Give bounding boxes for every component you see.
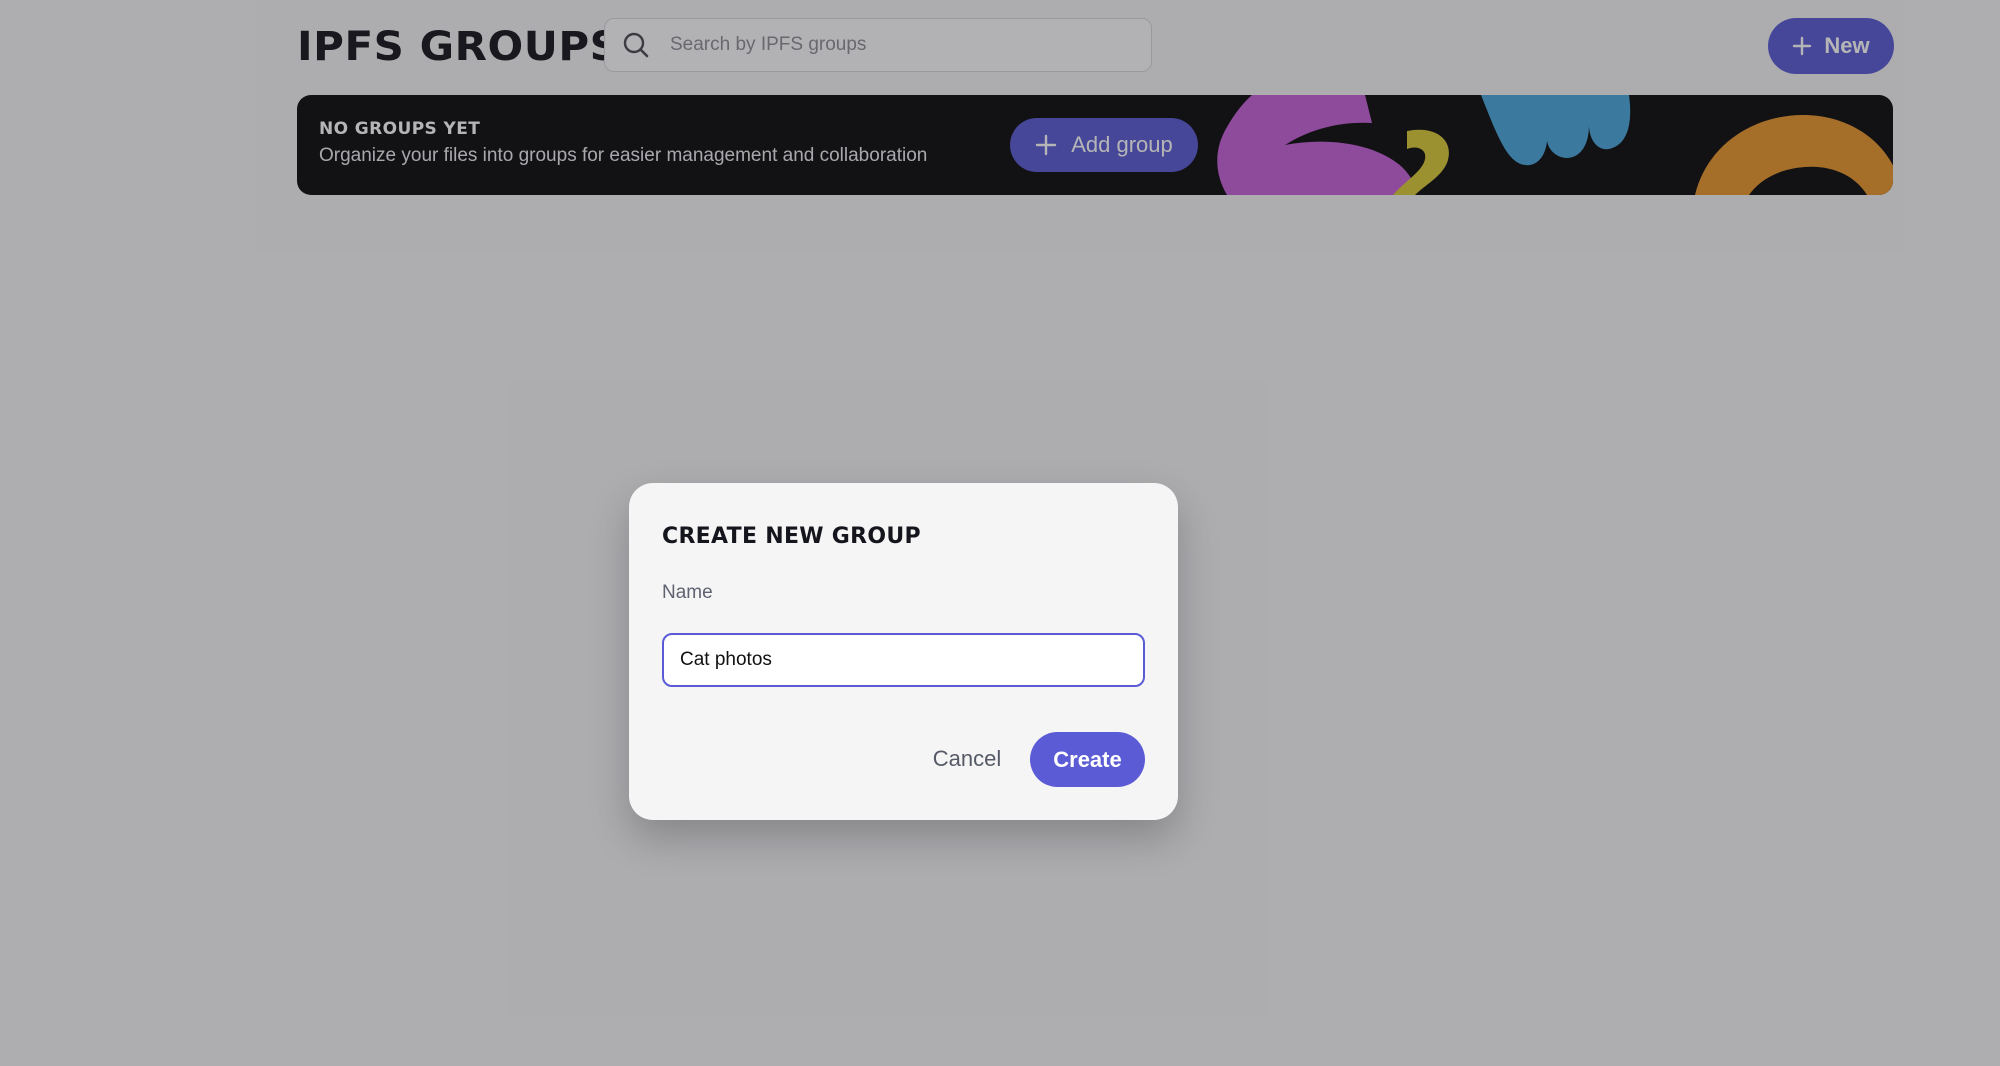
cancel-button[interactable]: Cancel xyxy=(912,732,1022,786)
create-group-dialog: CREATE NEW GROUP Name Cancel Create xyxy=(629,483,1178,820)
group-name-input[interactable] xyxy=(662,633,1145,687)
page: IPFS GROUPS New NO xyxy=(0,0,2000,1066)
create-button[interactable]: Create xyxy=(1030,732,1145,787)
name-label: Name xyxy=(662,582,713,603)
dialog-title: CREATE NEW GROUP xyxy=(662,524,921,549)
